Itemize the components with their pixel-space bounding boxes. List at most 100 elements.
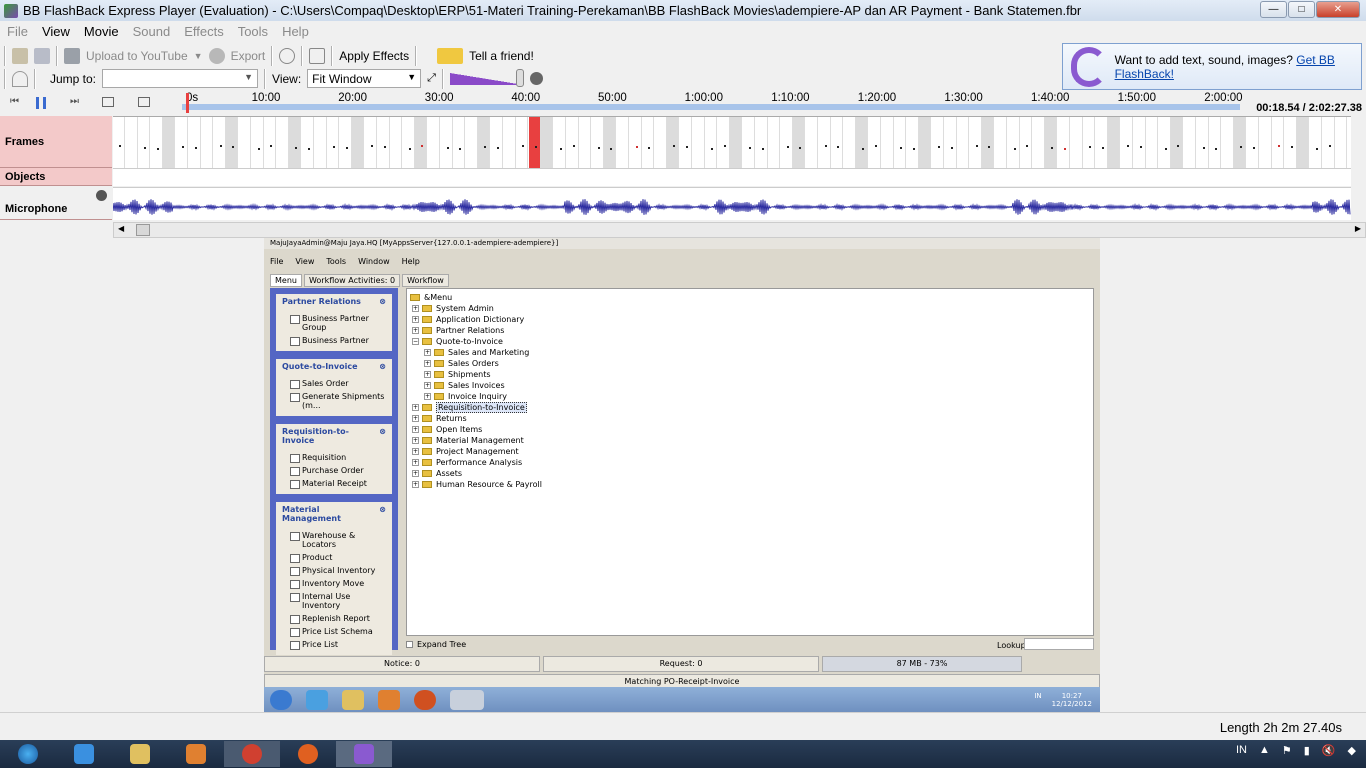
collapse-icon[interactable]: ⊗ <box>379 505 386 523</box>
rec-panel-item[interactable]: Price List Schema <box>290 627 386 637</box>
playhead[interactable] <box>185 93 189 113</box>
minimize-button[interactable]: — <box>1260 1 1287 18</box>
frame-cell[interactable] <box>302 117 314 168</box>
tree-node[interactable]: + Shipments <box>410 369 1090 380</box>
action-center-icon[interactable]: ⚑ <box>1282 744 1292 757</box>
maximize-button[interactable]: □ <box>1288 1 1315 18</box>
scrollbar-thumb[interactable] <box>136 224 150 236</box>
tree-node[interactable]: + Returns <box>410 413 1090 424</box>
microphone-settings-icon[interactable] <box>96 190 107 201</box>
frame-cell[interactable] <box>1058 117 1070 168</box>
rec-panel-item[interactable]: Warehouse & Locators <box>290 531 386 549</box>
frame-cell[interactable] <box>428 117 440 168</box>
frame-cell[interactable] <box>768 117 781 168</box>
notice-button[interactable]: Notice: 0 <box>264 656 540 672</box>
rec-menu-item[interactable]: View <box>295 257 314 266</box>
frame-cell[interactable] <box>705 117 718 168</box>
taskbar-flashback[interactable] <box>336 741 392 767</box>
request-button[interactable]: Request: 0 <box>543 656 819 672</box>
frame-cell[interactable] <box>743 117 755 168</box>
frame-cell[interactable] <box>377 117 390 168</box>
frame-cell[interactable] <box>1284 117 1297 168</box>
rec-panel-item[interactable]: Inventory Move <box>290 579 386 589</box>
frame-icon[interactable] <box>309 47 326 64</box>
frame-cell[interactable] <box>150 117 163 168</box>
rec-panel-item[interactable]: Business Partner <box>290 336 386 346</box>
frame-cell[interactable] <box>113 117 125 168</box>
timeline-scrollbar[interactable]: ◀ ▶ <box>113 222 1366 238</box>
view-select[interactable]: Fit Window ▼ <box>307 69 422 88</box>
rec-menu-item[interactable]: Window <box>358 257 390 266</box>
rec-tab[interactable]: Menu <box>270 274 302 287</box>
tree-node[interactable]: + Requisition-to-Invoice <box>410 402 1090 413</box>
frame-cell[interactable] <box>554 117 566 168</box>
frame-cell[interactable] <box>818 117 831 168</box>
open-icon[interactable] <box>12 47 28 64</box>
frame-cell[interactable] <box>276 117 289 168</box>
tree-node[interactable]: + Material Management <box>410 435 1090 446</box>
taskbar-firefox[interactable] <box>280 741 336 767</box>
volume-slider[interactable] <box>449 68 524 87</box>
frame-cell[interactable] <box>1196 117 1209 168</box>
frame-cell[interactable] <box>579 117 592 168</box>
frame-cell[interactable] <box>730 117 743 168</box>
frame-cell[interactable] <box>755 117 768 168</box>
speaker-icon[interactable] <box>529 72 543 85</box>
save-icon[interactable] <box>34 47 50 64</box>
rec-menu-item[interactable]: Tools <box>326 257 346 266</box>
rec-panel-item[interactable]: Requisition <box>290 453 386 463</box>
frame-cell[interactable] <box>1007 117 1020 168</box>
frame-cell[interactable] <box>1184 117 1196 168</box>
tree-node[interactable]: + Human Resource & Payroll <box>410 479 1090 490</box>
rec-menu-item[interactable]: Help <box>402 257 420 266</box>
frame-cell[interactable] <box>365 117 377 168</box>
tree-node[interactable]: + Performance Analysis <box>410 457 1090 468</box>
frame-cell[interactable] <box>856 117 869 168</box>
lookup-input[interactable] <box>1024 638 1094 650</box>
rec-panel-item[interactable]: Physical Inventory <box>290 566 386 576</box>
frame-cell[interactable] <box>1095 117 1108 168</box>
frame-cell[interactable] <box>163 117 176 168</box>
frame-cell[interactable] <box>516 117 529 168</box>
taskbar-explorer[interactable] <box>112 741 168 767</box>
frame-cell[interactable] <box>491 117 503 168</box>
frame-cell[interactable] <box>352 117 365 168</box>
region-select-icon[interactable] <box>138 97 150 107</box>
objects-track[interactable] <box>113 168 1351 186</box>
frame-cell[interactable] <box>226 117 239 168</box>
frame-cell[interactable] <box>314 117 327 168</box>
tree-node[interactable]: + Sales Invoices <box>410 380 1090 391</box>
frame-cell[interactable] <box>327 117 340 168</box>
apply-effects-button[interactable]: Apply Effects <box>339 49 409 63</box>
frame-cell[interactable] <box>654 117 667 168</box>
jump-to-input[interactable]: ▼ <box>102 69 259 88</box>
frame-cell[interactable] <box>944 117 957 168</box>
rec-panel-item[interactable]: Purchase Order <box>290 466 386 476</box>
pause-icon[interactable] <box>36 97 46 109</box>
volume-icon[interactable]: 🔇 <box>1322 744 1336 757</box>
frame-cell[interactable] <box>957 117 970 168</box>
export-button[interactable]: Export <box>231 49 266 63</box>
frame-cell[interactable] <box>138 117 151 168</box>
start-button[interactable] <box>0 741 56 767</box>
frame-cell[interactable] <box>692 117 705 168</box>
collapse-icon[interactable]: ⊗ <box>379 297 386 306</box>
frame-cell[interactable] <box>289 117 302 168</box>
rec-panel-item[interactable]: Generate Shipments (m... <box>290 392 386 410</box>
frame-cell[interactable] <box>213 117 226 168</box>
frame-cell[interactable] <box>201 117 214 168</box>
frame-cell[interactable] <box>402 117 415 168</box>
frame-cell[interactable] <box>503 117 516 168</box>
frame-cell[interactable] <box>415 117 428 168</box>
tree-node[interactable]: + System Admin <box>410 303 1090 314</box>
frame-cell[interactable] <box>1234 117 1247 168</box>
frame-cell[interactable] <box>617 117 629 168</box>
rec-menu-item[interactable]: File <box>270 257 283 266</box>
frame-cell[interactable] <box>176 117 188 168</box>
frame-cell[interactable] <box>1297 117 1310 168</box>
frame-cell[interactable] <box>566 117 579 168</box>
rec-tab[interactable]: Workflow <box>402 274 449 287</box>
frame-cell[interactable] <box>932 117 944 168</box>
collapse-icon[interactable]: ⊗ <box>379 427 386 445</box>
tree-node[interactable]: + Assets <box>410 468 1090 479</box>
